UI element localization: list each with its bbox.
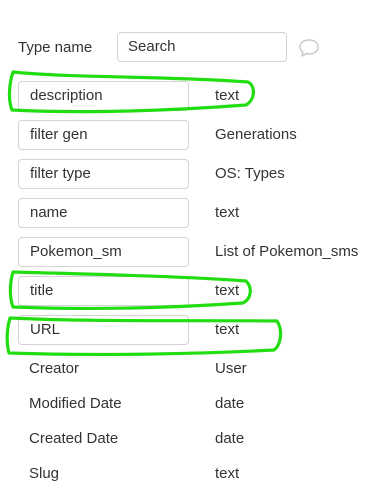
field-type-label: text (215, 87, 240, 104)
field-name-input[interactable]: title (18, 276, 189, 306)
field-type-label: text (215, 204, 240, 221)
builtin-field-name: Modified Date (29, 395, 122, 412)
type-name-label: Type name (18, 39, 93, 56)
type-name-input[interactable]: Search (117, 32, 287, 62)
field-name-input[interactable]: filter gen (18, 120, 189, 150)
field-row-filter-gen: filter gen Generations (18, 120, 368, 150)
field-name-input[interactable]: filter type (18, 159, 189, 189)
field-type-label: text (215, 465, 240, 482)
field-type-label: date (215, 395, 245, 412)
field-type-label: Generations (215, 126, 297, 143)
field-type-label: User (215, 360, 247, 377)
builtin-field-name: Created Date (29, 430, 119, 447)
builtin-field-name: Slug (29, 465, 60, 482)
field-type-label: OS: Types (215, 165, 285, 182)
field-name-input[interactable]: description (18, 81, 189, 111)
builtin-row-creator: Creator User (18, 354, 368, 384)
field-name-input[interactable]: URL (18, 315, 189, 345)
field-type-label: text (215, 282, 240, 299)
field-name-input[interactable]: name (18, 198, 189, 228)
field-type-label: date (215, 430, 245, 447)
builtin-row-modified-date: Modified Date date (18, 389, 368, 419)
field-type-label: List of Pokemon_sms (215, 243, 359, 260)
field-name-input[interactable]: Pokemon_sm (18, 237, 189, 267)
type-name-row: Type name Search (18, 32, 358, 64)
field-row-filter-type: filter type OS: Types (18, 159, 368, 189)
field-row-description: description text (18, 81, 368, 111)
builtin-row-created-date: Created Date date (18, 424, 368, 454)
field-row-url: URL text (18, 315, 368, 345)
speech-bubble-icon[interactable] (298, 38, 320, 58)
builtin-row-slug: Slug text (18, 459, 368, 489)
builtin-field-name: Creator (29, 360, 80, 377)
field-row-title: title text (18, 276, 368, 306)
field-row-name: name text (18, 198, 368, 228)
field-row-pokemon-sm: Pokemon_sm List of Pokemon_sms (18, 237, 368, 267)
field-type-label: text (215, 321, 240, 338)
